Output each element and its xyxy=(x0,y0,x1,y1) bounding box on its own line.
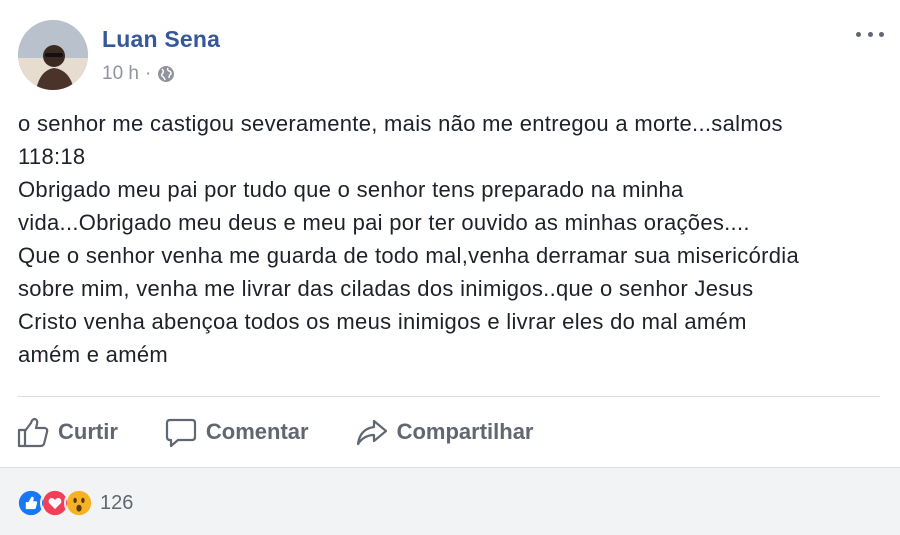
share-label: Compartilhar xyxy=(396,419,534,444)
avatar-photo xyxy=(18,20,88,90)
author-name[interactable]: Luan Sena xyxy=(102,26,220,53)
dot xyxy=(856,31,861,37)
post-text: o senhor me castigou severamente, mais n… xyxy=(18,107,878,371)
like-button[interactable]: Curtir xyxy=(16,415,118,449)
comment-button[interactable]: Comentar xyxy=(164,415,309,449)
post-text-line: amém e amém xyxy=(18,342,169,367)
thumbs-up-icon xyxy=(17,417,49,448)
comment-icon xyxy=(165,418,196,448)
reactions-bar: 126 xyxy=(0,467,900,535)
post-text-line: Cristo venha abençoa todos os meus inimi… xyxy=(18,309,747,334)
like-label: Curtir xyxy=(58,419,118,444)
wow-reaction-icon xyxy=(64,488,94,518)
share-arrow-icon xyxy=(356,419,387,446)
comment-label: Comentar xyxy=(205,419,309,444)
dot xyxy=(879,31,884,37)
meta-separator: · xyxy=(144,63,152,84)
share-button[interactable]: Compartilhar xyxy=(355,415,534,449)
post-text-line: Obrigado meu pai por tudo que o senhor t… xyxy=(18,177,684,202)
post-text-line: sobre mim, venha me livrar das ciladas d… xyxy=(18,276,754,301)
divider xyxy=(18,396,880,397)
dot xyxy=(867,31,873,37)
post-text-line: Que o senhor venha me guarda de todo mal… xyxy=(18,243,800,268)
post-actions: Curtir Comentar Compartilhar xyxy=(16,410,534,454)
post-meta: 10 h · xyxy=(102,62,175,86)
post-text-line: 118:18 xyxy=(18,144,86,169)
facebook-post: Luan Sena 10 h · o senhor me castigou se… xyxy=(0,0,900,535)
more-options-icon[interactable] xyxy=(856,24,884,44)
reaction-count: 126 xyxy=(100,491,134,514)
post-time[interactable]: 10 h xyxy=(102,63,139,85)
post-text-line: o senhor me castigou severamente, mais n… xyxy=(18,111,783,136)
post-text-line: vida...Obrigado meu deus e meu pai por t… xyxy=(18,210,750,235)
reactions-summary[interactable]: 126 xyxy=(16,488,133,518)
globe-icon[interactable] xyxy=(157,65,175,83)
avatar[interactable] xyxy=(18,20,88,90)
